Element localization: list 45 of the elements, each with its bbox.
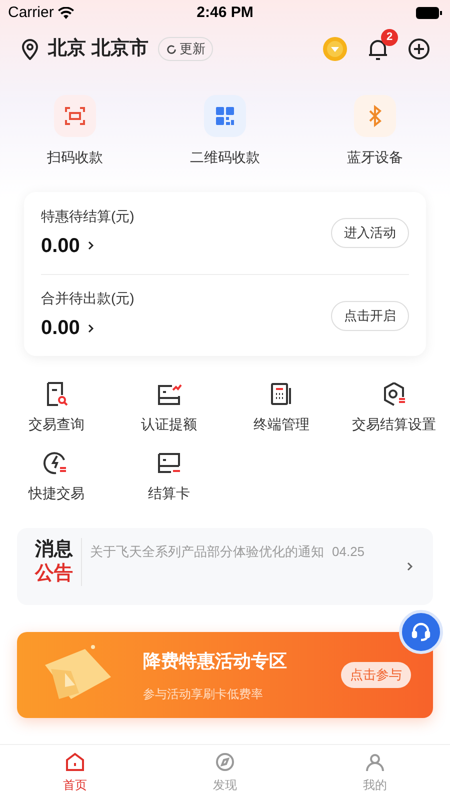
banner-subtitle: 参与活动享刷卡低费率 [143,686,264,702]
qr-code-icon [213,104,237,128]
tab-item[interactable]: 首页 [0,745,150,800]
service-label[interactable]: 结算卡 [148,483,190,504]
status-time: 2:46 PM [196,2,254,23]
action-tile[interactable] [354,95,396,137]
balance-action-button[interactable]: 进入活动 [331,218,409,248]
service-label[interactable]: 终端管理 [253,414,310,435]
service-label[interactable]: 交易结算设置 [352,414,436,435]
scan-icon [63,104,87,128]
notice-card[interactable]: 消息 公告 关于飞天全系列产品部分体验优化的通知 04.25 [17,528,433,605]
banner-title: 降费特惠活动专区 [143,650,288,672]
compass-icon [214,751,236,773]
chevron-right-icon [407,562,413,571]
balance-title: 特惠待结算(元) [41,206,136,226]
balance-action-button[interactable]: 点击开启 [331,300,409,330]
chevron-right-icon[interactable] [88,241,94,250]
action-tile[interactable] [204,95,246,137]
balance-amount: 0.00 [41,234,80,258]
notice-text: 关于飞天全系列产品部分体验优化的通知 [90,543,324,561]
refresh-button[interactable]: 更新 [158,37,214,61]
service-label[interactable]: 快捷交易 [28,483,84,504]
carrier-label: Carrier [8,2,54,23]
location-label[interactable]: 北京 北京市 [48,34,148,64]
chevron-right-icon[interactable] [88,324,94,332]
wifi-icon [58,7,74,19]
location-pin-icon [20,38,40,60]
add-icon[interactable] [408,38,430,60]
action-label[interactable]: 二维码收款 [190,147,260,168]
action-label[interactable]: 扫码收款 [47,147,103,168]
action-tile[interactable] [54,95,96,137]
home-icon [64,751,86,773]
headset-icon [410,621,432,643]
action-label[interactable]: 蓝牙设备 [347,147,403,168]
notice-badge-bottom: 公告 [35,562,73,586]
person-icon [364,751,386,773]
notice-date: 04.25 [332,543,365,561]
service-label[interactable]: 交易查询 [28,414,84,435]
battery-icon [416,7,442,19]
customer-service-button[interactable] [399,610,443,654]
balance-title: 合并待出款(元) [41,289,136,308]
service-label[interactable]: 认证提额 [140,414,197,435]
balance-amount: 0.00 [41,316,80,341]
notice-badge-top: 消息 [35,538,73,562]
refresh-icon [166,44,178,54]
